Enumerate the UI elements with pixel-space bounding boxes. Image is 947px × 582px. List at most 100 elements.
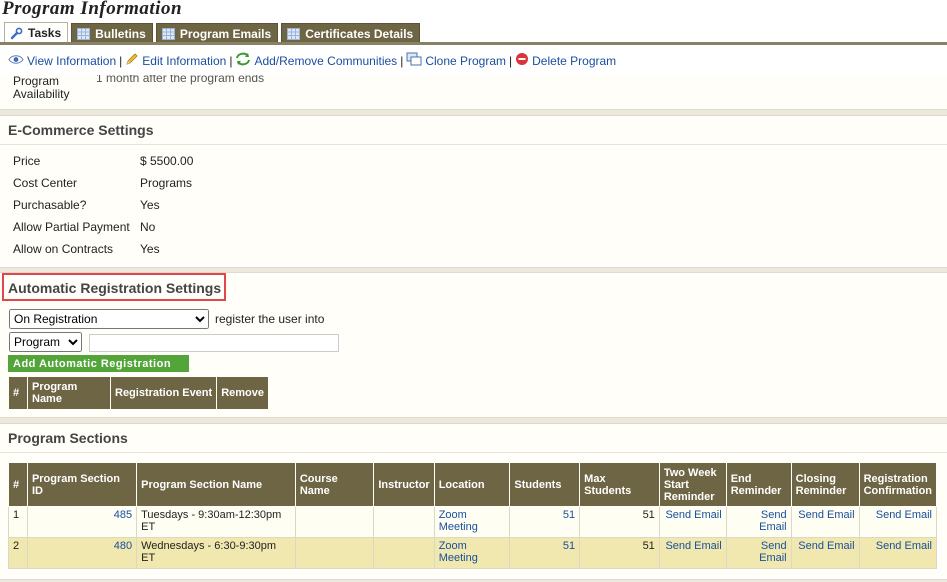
clone-icon bbox=[406, 52, 422, 69]
price-row: Price $ 5500.00 bbox=[13, 154, 194, 168]
delete-program-link[interactable]: Delete Program bbox=[532, 54, 616, 68]
location-link[interactable]: Zoom Meeting bbox=[439, 540, 478, 564]
location-link[interactable]: Zoom Meeting bbox=[439, 509, 478, 533]
send-confirmation-email-link[interactable]: Send Email bbox=[876, 509, 932, 521]
tab-bulletins[interactable]: Bulletins bbox=[71, 23, 153, 43]
clone-program-action[interactable]: Clone Program bbox=[406, 52, 506, 69]
col-program-name: Program Name bbox=[27, 376, 111, 410]
tab-label: Tasks bbox=[28, 26, 62, 40]
edit-information-action[interactable]: Edit Information bbox=[125, 52, 226, 69]
register-into-text: register the user into bbox=[215, 312, 325, 326]
send-end-email-link[interactable]: Send Email bbox=[759, 540, 787, 564]
send-two-week-email-link[interactable]: Send Email bbox=[665, 509, 721, 521]
auto-registration-table: # Program Name Registration Event Remove bbox=[8, 376, 269, 410]
col-course-name: Course Name bbox=[294, 462, 375, 507]
clone-program-link[interactable]: Clone Program bbox=[425, 54, 506, 68]
cost-center-value: Programs bbox=[140, 176, 193, 190]
col-instructor: Instructor bbox=[373, 462, 435, 507]
ecommerce-title: E-Commerce Settings bbox=[8, 122, 154, 138]
col-location: Location bbox=[433, 462, 511, 507]
add-automatic-registration-button[interactable]: Add Automatic Registration bbox=[8, 355, 189, 372]
col-two-week-reminder: Two Week Start Reminder bbox=[658, 462, 727, 507]
tab-bar: Tasks Bulletins Program Emails Certifica… bbox=[4, 22, 421, 44]
partial-payment-value: No bbox=[140, 220, 156, 234]
students-link[interactable]: 51 bbox=[563, 540, 575, 552]
col-remove: Remove bbox=[216, 376, 269, 410]
max-students: 51 bbox=[579, 506, 660, 538]
contracts-value: Yes bbox=[140, 242, 160, 256]
edit-information-link[interactable]: Edit Information bbox=[142, 54, 226, 68]
content-scroll-region[interactable]: Program Availability 1 month after the p… bbox=[0, 71, 947, 582]
wrench-icon bbox=[10, 27, 23, 40]
separator: | bbox=[509, 53, 513, 68]
col-students: Students bbox=[509, 462, 581, 507]
separator: | bbox=[119, 53, 123, 68]
grid-icon bbox=[77, 27, 91, 40]
tab-tasks[interactable]: Tasks bbox=[4, 22, 69, 44]
tab-label: Certificates Details bbox=[305, 26, 414, 41]
program-availability-box: Program Availability 1 month after the p… bbox=[0, 71, 947, 110]
auto-registration-title: Automatic Registration Settings bbox=[8, 280, 222, 296]
grid-icon bbox=[287, 27, 301, 40]
page-title: Program Information bbox=[2, 0, 183, 19]
tab-label: Program Emails bbox=[179, 26, 272, 41]
table-row: 1 485 Tuesdays - 9:30am-12:30pm ET Zoom … bbox=[8, 506, 938, 538]
section-name: Wednesdays - 6:30-9:30pm ET bbox=[136, 537, 296, 569]
divider bbox=[0, 144, 947, 145]
price-value: $ 5500.00 bbox=[140, 154, 194, 168]
col-section-id: Program Section ID bbox=[26, 462, 138, 507]
view-information-action[interactable]: View Information bbox=[8, 54, 116, 68]
add-remove-communities-link[interactable]: Add/Remove Communities bbox=[254, 54, 397, 68]
pencil-icon bbox=[125, 52, 139, 69]
eye-icon bbox=[8, 54, 24, 68]
tab-certificates-details[interactable]: Certificates Details bbox=[281, 23, 421, 43]
col-end-reminder: End Reminder bbox=[725, 462, 792, 507]
delete-icon bbox=[515, 52, 529, 69]
program-sections-box: Program Sections # Program Section ID Pr… bbox=[0, 423, 947, 580]
program-search-input[interactable] bbox=[89, 334, 339, 352]
ecommerce-settings-box: E-Commerce Settings Price $ 5500.00 Cost … bbox=[0, 115, 947, 268]
divider bbox=[0, 452, 947, 453]
col-registration-event: Registration Event bbox=[109, 376, 218, 410]
delete-program-action[interactable]: Delete Program bbox=[515, 52, 616, 69]
instructor bbox=[373, 506, 435, 538]
col-max-students: Max Students bbox=[579, 462, 660, 507]
program-sections-table: # Program Section ID Program Section Nam… bbox=[8, 462, 938, 569]
availability-label: Program Availability bbox=[13, 74, 70, 101]
col-number: # bbox=[8, 376, 28, 410]
registration-event-select[interactable]: On Registration bbox=[9, 309, 209, 329]
send-closing-email-link[interactable]: Send Email bbox=[798, 540, 854, 552]
tab-label: Bulletins bbox=[95, 26, 146, 41]
col-number: # bbox=[8, 462, 28, 507]
send-two-week-email-link[interactable]: Send Email bbox=[665, 540, 721, 552]
add-remove-communities-action[interactable]: Add/Remove Communities bbox=[235, 52, 397, 69]
instructor bbox=[373, 537, 435, 569]
purchasable-value: Yes bbox=[140, 198, 160, 212]
students-link[interactable]: 51 bbox=[563, 509, 575, 521]
col-closing-reminder: Closing Reminder bbox=[790, 462, 860, 507]
col-section-name: Program Section Name bbox=[136, 462, 296, 507]
send-closing-email-link[interactable]: Send Email bbox=[798, 509, 854, 521]
tab-program-emails[interactable]: Program Emails bbox=[155, 23, 279, 43]
separator: | bbox=[229, 53, 233, 68]
course-name bbox=[294, 537, 375, 569]
contracts-row: Allow on Contracts Yes bbox=[13, 242, 160, 256]
program-sections-title: Program Sections bbox=[8, 430, 128, 446]
separator: | bbox=[400, 53, 404, 68]
section-id-link[interactable]: 485 bbox=[114, 509, 132, 521]
row-number: 2 bbox=[8, 537, 28, 569]
send-confirmation-email-link[interactable]: Send Email bbox=[876, 540, 932, 552]
partial-payment-row: Allow Partial Payment No bbox=[13, 220, 156, 234]
grid-icon bbox=[161, 27, 175, 40]
purchasable-row: Purchasable? Yes bbox=[13, 198, 160, 212]
send-end-email-link[interactable]: Send Email bbox=[759, 509, 787, 533]
registration-type-select[interactable]: Program bbox=[9, 332, 82, 352]
view-information-link[interactable]: View Information bbox=[27, 54, 116, 68]
cost-center-row: Cost Center Programs bbox=[13, 176, 193, 190]
action-bar: View Information | Edit Information | Ad… bbox=[0, 45, 947, 75]
row-number: 1 bbox=[8, 506, 28, 538]
section-id-link[interactable]: 480 bbox=[114, 540, 132, 552]
section-name: Tuesdays - 9:30am-12:30pm ET bbox=[136, 506, 296, 538]
max-students: 51 bbox=[579, 537, 660, 569]
table-row: 2 480 Wednesdays - 6:30-9:30pm ET Zoom M… bbox=[8, 537, 938, 569]
